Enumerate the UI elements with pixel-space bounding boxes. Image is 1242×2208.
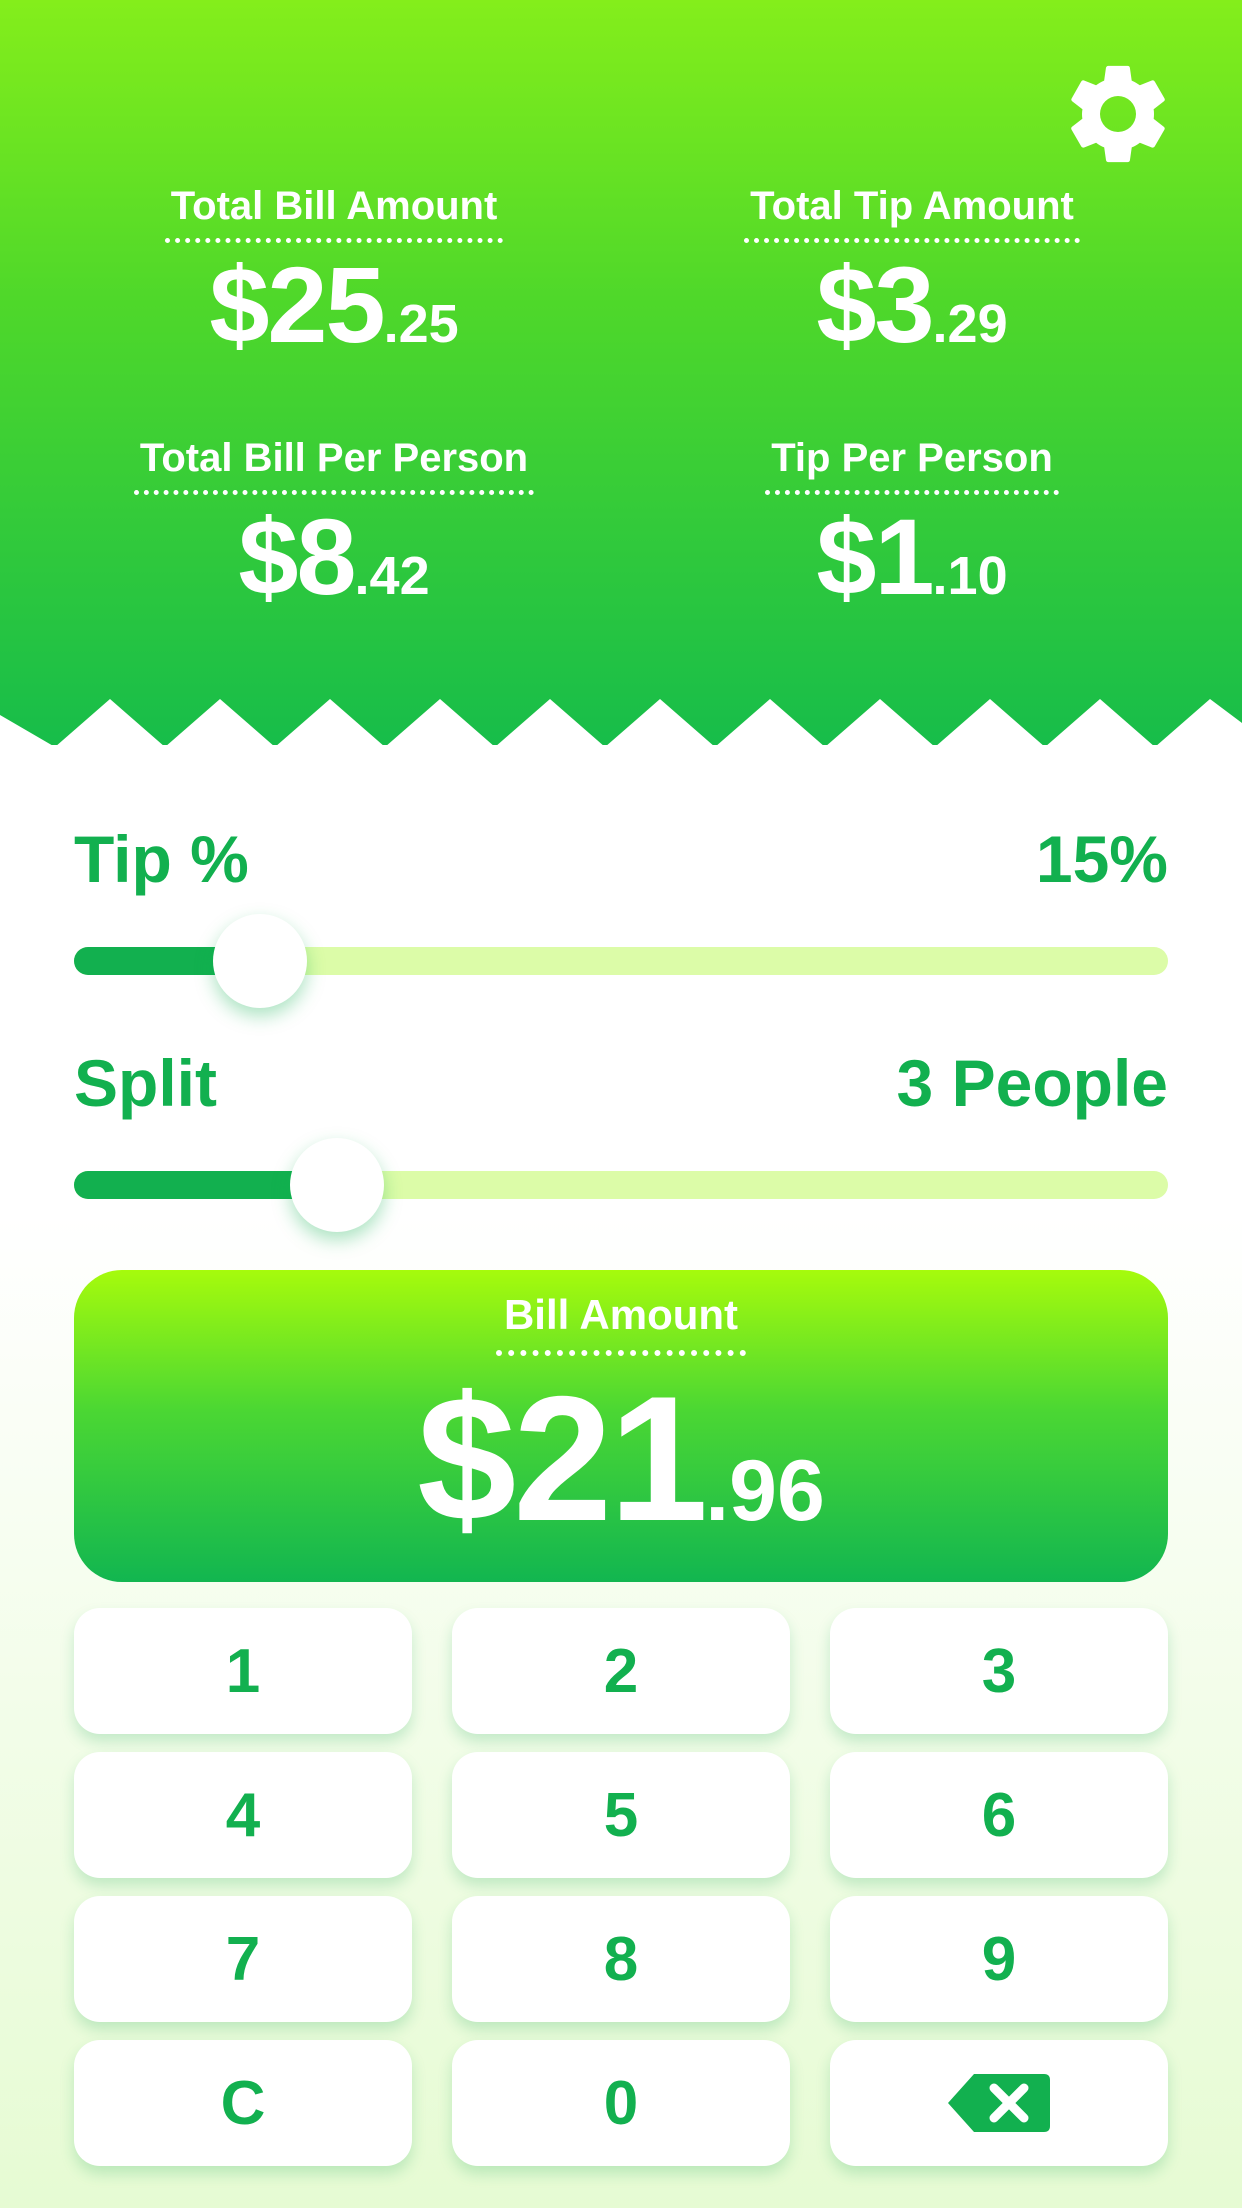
key-8[interactable]: 8 [452, 1896, 790, 2022]
bill-per-person-value: $8.42 [124, 503, 544, 611]
total-bill-dollars: $25 [209, 244, 385, 365]
tip-per-person-cents: .10 [932, 546, 1008, 606]
backspace-icon [948, 2074, 1050, 2132]
total-tip-label: Total Tip Amount [744, 182, 1080, 243]
bill-amount-dollars: $21 [417, 1359, 708, 1558]
key-6[interactable]: 6 [830, 1752, 1168, 1878]
total-tip-stat: Total Tip Amount $3.29 [702, 182, 1122, 359]
key-0[interactable]: 0 [452, 2040, 790, 2166]
total-tip-cents: .29 [932, 294, 1008, 354]
split-slider[interactable] [74, 1138, 1168, 1232]
split-slider-thumb[interactable] [289, 1138, 384, 1232]
key-9[interactable]: 9 [830, 1896, 1168, 2022]
tip-per-person-dollars: $1 [816, 496, 934, 617]
total-bill-cents: .25 [383, 294, 459, 354]
bill-amount-label: Bill Amount [495, 1290, 747, 1356]
bill-per-person-cents: .42 [354, 546, 430, 606]
tip-value: 15% [1035, 822, 1168, 896]
tip-slider[interactable] [74, 914, 1168, 1008]
bill-amount-value: $21.96 [74, 1370, 1168, 1548]
backspace-key[interactable] [830, 2040, 1168, 2166]
total-bill-label: Total Bill Amount [164, 182, 504, 243]
key-4[interactable]: 4 [74, 1752, 412, 1878]
total-tip-value: $3.29 [702, 251, 1122, 359]
clear-key[interactable]: C [74, 2040, 412, 2166]
key-3[interactable]: 3 [830, 1608, 1168, 1734]
key-5[interactable]: 5 [452, 1752, 790, 1878]
bill-per-person-dollars: $8 [238, 496, 356, 617]
tip-per-person-stat: Tip Per Person $1.10 [702, 434, 1122, 611]
tip-per-person-label: Tip Per Person [765, 434, 1059, 495]
total-tip-dollars: $3 [816, 244, 934, 365]
split-value: 3 People [896, 1046, 1168, 1120]
gear-icon[interactable] [1058, 54, 1178, 174]
bill-per-person-stat: Total Bill Per Person $8.42 [124, 434, 544, 611]
key-1[interactable]: 1 [74, 1608, 412, 1734]
bill-amount-cents: .96 [705, 1443, 825, 1539]
key-7[interactable]: 7 [74, 1896, 412, 2022]
total-bill-value: $25.25 [124, 251, 544, 359]
tip-per-person-value: $1.10 [702, 503, 1122, 611]
split-label: Split [74, 1046, 217, 1120]
zigzag-divider [0, 699, 1242, 747]
key-2[interactable]: 2 [452, 1608, 790, 1734]
total-bill-stat: Total Bill Amount $25.25 [124, 182, 544, 359]
bill-per-person-label: Total Bill Per Person [133, 434, 535, 495]
tip-slider-thumb[interactable] [212, 914, 307, 1008]
bill-amount-card: Bill Amount $21.96 [74, 1270, 1168, 1582]
tip-label: Tip % [74, 822, 249, 896]
summary-header: Total Bill Amount $25.25 Total Tip Amoun… [0, 0, 1242, 747]
